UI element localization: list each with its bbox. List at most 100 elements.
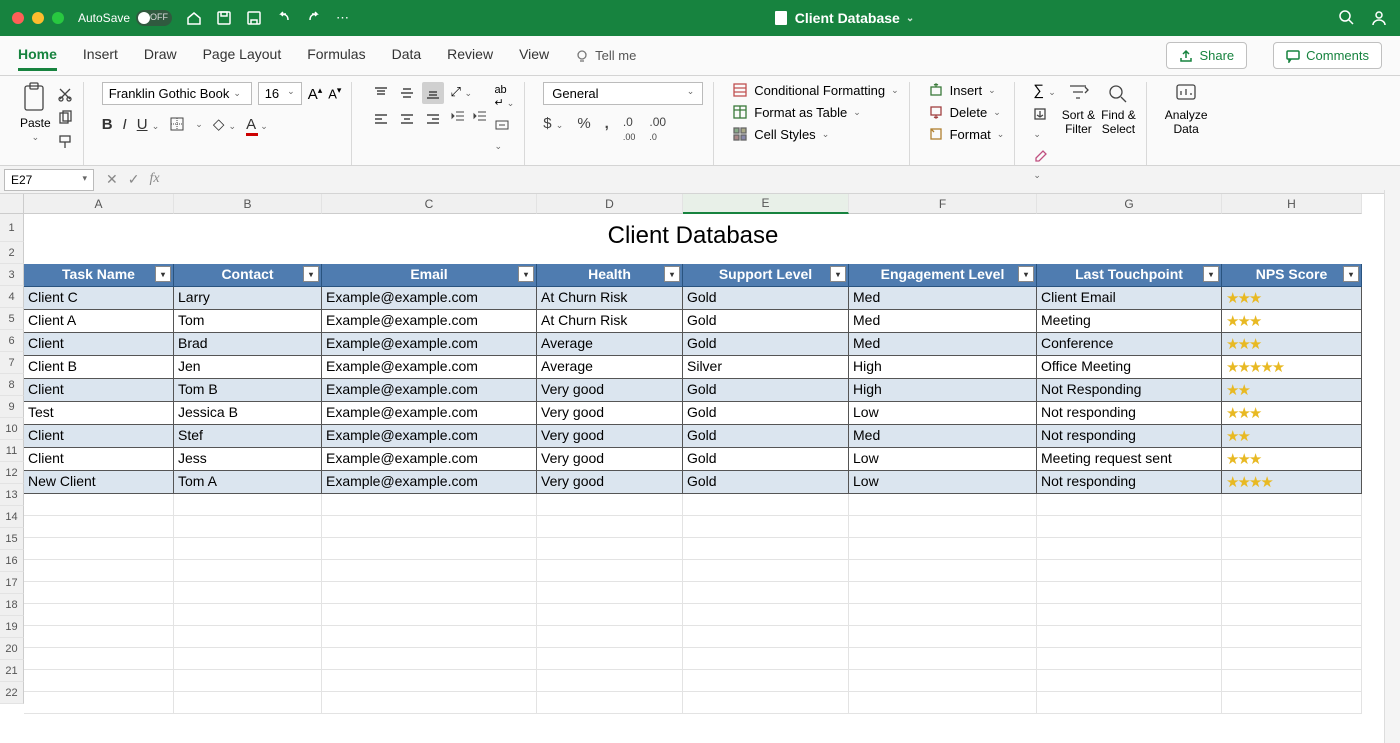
table-header[interactable]: Health▾ xyxy=(537,264,683,287)
cell[interactable] xyxy=(24,670,174,692)
cell[interactable] xyxy=(537,626,683,648)
cell[interactable] xyxy=(322,582,537,604)
cell[interactable]: Client C xyxy=(24,287,174,310)
cell[interactable]: Jen xyxy=(174,356,322,379)
column-header-F[interactable]: F xyxy=(849,194,1037,214)
cell[interactable] xyxy=(1037,626,1222,648)
cell[interactable] xyxy=(537,692,683,714)
cell[interactable] xyxy=(174,670,322,692)
cell[interactable]: ★★★ xyxy=(1222,402,1362,425)
cell[interactable] xyxy=(849,692,1037,714)
tab-draw[interactable]: Draw xyxy=(144,40,177,71)
cell[interactable]: Average xyxy=(537,356,683,379)
italic-button[interactable]: I xyxy=(123,116,127,133)
cell[interactable] xyxy=(322,626,537,648)
percent-button[interactable]: % xyxy=(577,115,590,143)
table-header[interactable]: Contact▾ xyxy=(174,264,322,287)
row-header[interactable]: 11 xyxy=(0,440,24,462)
name-box[interactable]: E27▾ xyxy=(4,169,94,191)
row-header[interactable]: 3 xyxy=(0,264,24,286)
table-header[interactable]: Support Level▾ xyxy=(683,264,849,287)
cell[interactable]: Stef xyxy=(174,425,322,448)
cell[interactable]: Very good xyxy=(537,448,683,471)
vertical-scrollbar[interactable] xyxy=(1384,190,1400,743)
cell[interactable] xyxy=(174,516,322,538)
cell[interactable] xyxy=(1037,604,1222,626)
align-top-icon[interactable] xyxy=(370,82,392,104)
wrap-text-button[interactable]: ab↵ ⌄ xyxy=(494,84,514,109)
decrease-decimal-icon[interactable]: .00.0 xyxy=(649,115,666,143)
cell[interactable] xyxy=(322,494,537,516)
delete-cells-button[interactable]: Delete ⌄ xyxy=(928,104,1005,120)
cell[interactable]: ★★★ xyxy=(1222,333,1362,356)
cell[interactable]: Meeting xyxy=(1037,310,1222,333)
table-header[interactable]: Last Touchpoint▾ xyxy=(1037,264,1222,287)
cell[interactable]: Gold xyxy=(683,287,849,310)
cell[interactable] xyxy=(683,692,849,714)
cell[interactable]: ★★★ xyxy=(1222,287,1362,310)
document-title[interactable]: Client Database ⌄ xyxy=(363,10,1324,26)
clear-button[interactable] xyxy=(1033,148,1047,162)
table-header[interactable]: Engagement Level▾ xyxy=(849,264,1037,287)
cell[interactable]: Client xyxy=(24,448,174,471)
save-icon[interactable] xyxy=(216,10,232,26)
cell[interactable] xyxy=(24,538,174,560)
cell[interactable]: Example@example.com xyxy=(322,310,537,333)
format-as-table-button[interactable]: Format as Table ⌄ xyxy=(732,104,898,120)
cell[interactable]: Example@example.com xyxy=(322,402,537,425)
table-header[interactable]: Task Name▾ xyxy=(24,264,174,287)
table-header[interactable]: Email▾ xyxy=(322,264,537,287)
cell[interactable]: Very good xyxy=(537,379,683,402)
cell[interactable]: Example@example.com xyxy=(322,287,537,310)
comma-button[interactable]: , xyxy=(605,115,609,143)
cell[interactable] xyxy=(174,692,322,714)
cell[interactable] xyxy=(174,494,322,516)
decrease-font-icon[interactable]: A▾ xyxy=(328,85,341,101)
cell[interactable] xyxy=(849,582,1037,604)
cell[interactable] xyxy=(24,516,174,538)
row-header[interactable]: 12 xyxy=(0,462,24,484)
cell[interactable]: ★★★ xyxy=(1222,448,1362,471)
cell[interactable] xyxy=(24,626,174,648)
cell[interactable] xyxy=(174,626,322,648)
row-header[interactable]: 6 xyxy=(0,330,24,352)
column-header-E[interactable]: E xyxy=(683,194,849,214)
cell[interactable] xyxy=(322,648,537,670)
tab-formulas[interactable]: Formulas xyxy=(307,40,365,71)
sheet-title[interactable]: Client Database xyxy=(24,214,1362,264)
cell[interactable] xyxy=(849,648,1037,670)
tab-home[interactable]: Home xyxy=(18,40,57,71)
cell[interactable]: Brad xyxy=(174,333,322,356)
close-window-button[interactable] xyxy=(12,12,24,24)
cell[interactable] xyxy=(849,626,1037,648)
column-header-D[interactable]: D xyxy=(537,194,683,214)
cell[interactable]: At Churn Risk xyxy=(537,287,683,310)
accept-formula-icon[interactable]: ✓ xyxy=(128,171,140,188)
tab-review[interactable]: Review xyxy=(447,40,493,71)
cell[interactable] xyxy=(849,560,1037,582)
cell[interactable] xyxy=(849,604,1037,626)
cell[interactable] xyxy=(174,582,322,604)
cell[interactable]: Example@example.com xyxy=(322,448,537,471)
cell[interactable]: Tom xyxy=(174,310,322,333)
cell[interactable]: At Churn Risk xyxy=(537,310,683,333)
cell[interactable] xyxy=(537,560,683,582)
cell-styles-button[interactable]: Cell Styles ⌄ xyxy=(732,126,898,142)
cell[interactable] xyxy=(683,604,849,626)
increase-font-icon[interactable]: A▴ xyxy=(308,85,323,103)
cell[interactable]: New Client xyxy=(24,471,174,494)
tab-insert[interactable]: Insert xyxy=(83,40,118,71)
sort-filter-button[interactable]: Sort & Filter xyxy=(1062,82,1095,136)
cell[interactable]: Gold xyxy=(683,310,849,333)
row-header[interactable]: 18 xyxy=(0,594,24,616)
cell[interactable]: Med xyxy=(849,425,1037,448)
cell[interactable] xyxy=(1222,560,1362,582)
cell[interactable] xyxy=(174,604,322,626)
format-painter-icon[interactable] xyxy=(57,134,73,150)
cell[interactable] xyxy=(1222,516,1362,538)
cell[interactable]: Very good xyxy=(537,471,683,494)
cell[interactable]: Example@example.com xyxy=(322,471,537,494)
cell[interactable] xyxy=(683,582,849,604)
cell[interactable]: ★★ xyxy=(1222,379,1362,402)
column-header-G[interactable]: G xyxy=(1037,194,1222,214)
